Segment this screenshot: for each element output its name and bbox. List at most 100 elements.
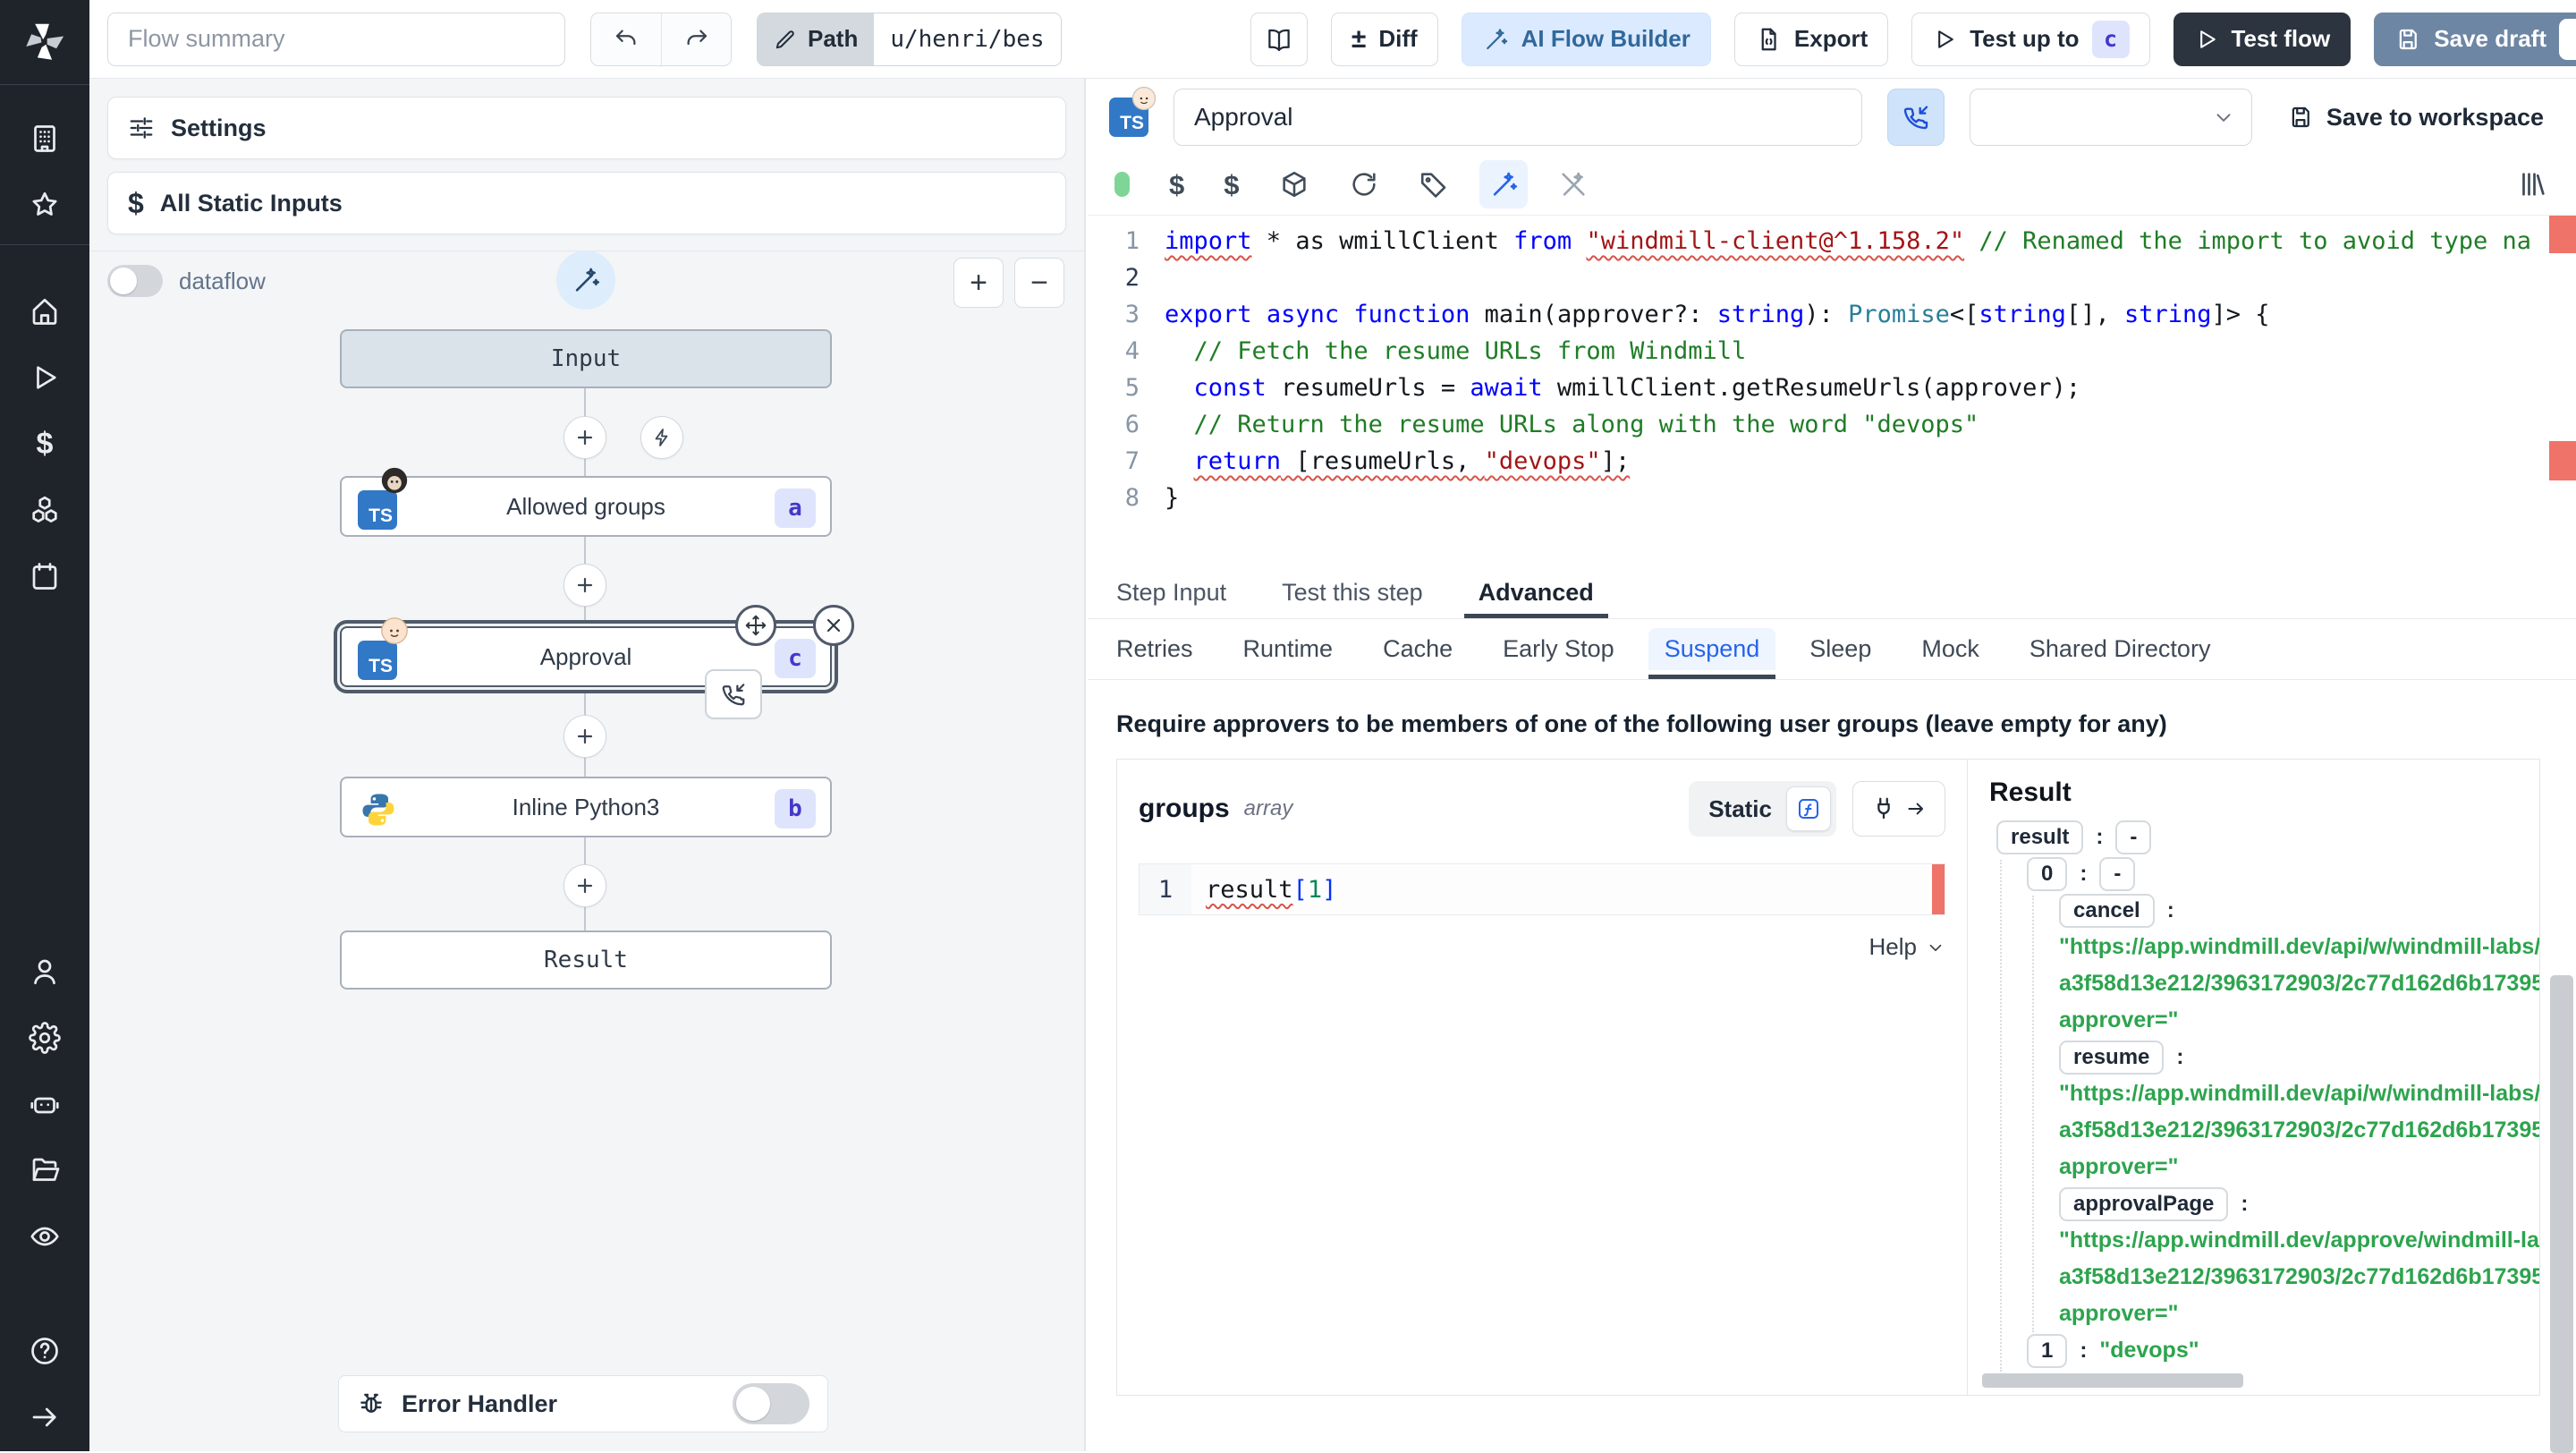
diff-button[interactable]: ± Diff bbox=[1331, 13, 1438, 66]
insert-step-button[interactable] bbox=[564, 416, 606, 459]
static-label[interactable]: Static bbox=[1708, 795, 1772, 823]
collapse-chip[interactable]: - bbox=[2099, 857, 2135, 891]
result-key-chip[interactable]: 1 bbox=[2027, 1334, 2067, 1368]
insert-step-button[interactable] bbox=[564, 564, 606, 607]
tab-test-this-step[interactable]: Test this step bbox=[1282, 567, 1423, 618]
sidebar-help-icon[interactable] bbox=[23, 1330, 66, 1372]
sidebar-folders-icon[interactable] bbox=[23, 1149, 66, 1192]
sidebar-variables-icon[interactable]: $ bbox=[23, 422, 66, 465]
export-file-icon bbox=[1755, 26, 1782, 53]
save-to-workspace-button[interactable]: Save to workspace bbox=[2287, 104, 2544, 132]
export-button[interactable]: Export bbox=[1734, 13, 1888, 66]
subtab-cache[interactable]: Cache bbox=[1383, 619, 1453, 679]
dataflow-toggle[interactable] bbox=[107, 265, 163, 297]
ai-assistant-active-button[interactable] bbox=[1479, 160, 1528, 208]
result-key-chip[interactable]: 0 bbox=[2027, 857, 2067, 891]
error-marker bbox=[2549, 441, 2576, 480]
sidebar-workspace-icon[interactable] bbox=[23, 117, 66, 160]
code-line[interactable]: 8} bbox=[1088, 480, 2576, 516]
subtab-early-stop[interactable]: Early Stop bbox=[1503, 619, 1614, 679]
zoom-out-button[interactable]: − bbox=[1014, 258, 1064, 308]
step-name-input[interactable] bbox=[1174, 89, 1862, 146]
error-handler-card[interactable]: Error Handler bbox=[338, 1375, 828, 1432]
flow-summary-input[interactable] bbox=[107, 13, 565, 66]
subtab-sleep[interactable]: Sleep bbox=[1809, 619, 1871, 679]
node-approval-label: Approval bbox=[540, 643, 632, 671]
test-up-to-label: Test up to bbox=[1970, 25, 2079, 53]
tab-step-input[interactable]: Step Input bbox=[1116, 567, 1226, 618]
result-key-chip[interactable]: approvalPage bbox=[2059, 1187, 2228, 1221]
reload-icon[interactable] bbox=[1349, 169, 1379, 200]
sidebar-home-icon[interactable] bbox=[23, 290, 66, 333]
collapse-chip[interactable]: - bbox=[2115, 820, 2151, 854]
sidebar-runs-icon[interactable] bbox=[23, 356, 66, 399]
step-tabs: Step Input Test this step Advanced bbox=[1088, 567, 2576, 619]
sidebar-settings-icon[interactable] bbox=[23, 1016, 66, 1059]
flow-settings-card[interactable]: Settings bbox=[107, 97, 1066, 159]
result-key-chip[interactable]: resume bbox=[2059, 1041, 2164, 1075]
horizontal-scrollbar[interactable] bbox=[1982, 1373, 2243, 1388]
sidebar-favorites-icon[interactable] bbox=[23, 183, 66, 226]
tag-icon[interactable] bbox=[1419, 169, 1449, 200]
sidebar-workers-icon[interactable] bbox=[23, 1083, 66, 1126]
wand-off-icon[interactable] bbox=[1558, 169, 1589, 200]
function-mode-button[interactable] bbox=[1786, 786, 1831, 831]
subtab-mock[interactable]: Mock bbox=[1921, 619, 1979, 679]
sidebar-expand-icon[interactable] bbox=[23, 1396, 66, 1439]
code-line[interactable]: 3export async function main(approver?: s… bbox=[1088, 296, 2576, 333]
sidebar-schedules-icon[interactable] bbox=[23, 555, 66, 598]
groups-expression-editor[interactable]: 1 result[1] bbox=[1139, 863, 1945, 915]
help-dropdown[interactable]: Help bbox=[1139, 933, 1945, 961]
resources-dollar-icon[interactable]: $ bbox=[1224, 171, 1239, 199]
code-line[interactable]: 4 // Fetch the resume URLs from Windmill bbox=[1088, 333, 2576, 370]
ai-graph-wand-button[interactable] bbox=[556, 251, 615, 310]
trigger-button[interactable] bbox=[640, 416, 683, 459]
node-input[interactable]: Input bbox=[340, 329, 832, 388]
suspend-phone-button[interactable] bbox=[1887, 89, 1945, 146]
redo-button[interactable] bbox=[661, 13, 731, 65]
code-line[interactable]: 1import * as wmillClient from "windmill-… bbox=[1088, 223, 2576, 259]
node-result[interactable]: Result bbox=[340, 930, 832, 990]
suspend-phone-badge[interactable] bbox=[705, 669, 762, 719]
insert-step-button[interactable] bbox=[564, 715, 606, 758]
path-chip[interactable]: Path bbox=[758, 13, 874, 65]
move-step-button[interactable] bbox=[735, 605, 776, 646]
subtab-suspend[interactable]: Suspend bbox=[1665, 619, 1760, 679]
sidebar-user-icon[interactable] bbox=[23, 950, 66, 993]
undo-button[interactable] bbox=[591, 13, 661, 65]
diff-label: Diff bbox=[1378, 25, 1417, 53]
node-allowed-groups[interactable]: TS Allowed groups a bbox=[340, 476, 832, 537]
windmill-logo-icon[interactable] bbox=[21, 18, 69, 66]
test-flow-button[interactable]: Test flow bbox=[2174, 13, 2351, 66]
save-draft-button[interactable]: Save draft bbox=[2374, 13, 2576, 66]
result-key-chip[interactable]: result bbox=[1996, 820, 2083, 854]
code-line[interactable]: 7 return [resumeUrls, "devops"]; bbox=[1088, 443, 2576, 480]
variables-icon[interactable]: $ bbox=[1169, 171, 1184, 199]
subtab-runtime[interactable]: Runtime bbox=[1243, 619, 1334, 679]
code-line[interactable]: 2 bbox=[1088, 259, 2576, 296]
subtab-shared-directory[interactable]: Shared Directory bbox=[2029, 619, 2211, 679]
code-line[interactable]: 5 const resumeUrls = await wmillClient.g… bbox=[1088, 370, 2576, 406]
connect-input-button[interactable] bbox=[1852, 781, 1945, 837]
package-icon[interactable] bbox=[1279, 169, 1309, 200]
delete-step-button[interactable] bbox=[813, 605, 854, 646]
library-icon[interactable] bbox=[2517, 168, 2549, 200]
code-editor[interactable]: 1import * as wmillClient from "windmill-… bbox=[1088, 215, 2576, 567]
result-key-chip[interactable]: cancel bbox=[2059, 894, 2155, 928]
subtab-retries[interactable]: Retries bbox=[1116, 619, 1193, 679]
zoom-in-button[interactable]: + bbox=[953, 258, 1004, 308]
sidebar-resources-icon[interactable] bbox=[23, 489, 66, 531]
insert-step-button[interactable] bbox=[564, 864, 606, 907]
all-static-inputs-card[interactable]: $ All Static Inputs bbox=[107, 172, 1066, 234]
code-line[interactable]: 6 // Return the resume URLs along with t… bbox=[1088, 406, 2576, 443]
template-select[interactable] bbox=[1970, 89, 2252, 146]
path-widget[interactable]: Path u/henri/bes bbox=[757, 13, 1062, 66]
node-inline-python[interactable]: Inline Python3 b bbox=[340, 777, 832, 837]
test-up-to-button[interactable]: Test up to c bbox=[1911, 13, 2149, 66]
ai-flow-builder-button[interactable]: AI Flow Builder bbox=[1462, 13, 1711, 66]
vertical-scrollbar[interactable] bbox=[2550, 975, 2573, 1453]
error-handler-toggle[interactable] bbox=[733, 1383, 809, 1424]
sidebar-audit-logs-icon[interactable] bbox=[23, 1215, 66, 1258]
tab-advanced[interactable]: Advanced bbox=[1479, 567, 1594, 618]
docs-button[interactable] bbox=[1250, 13, 1308, 66]
